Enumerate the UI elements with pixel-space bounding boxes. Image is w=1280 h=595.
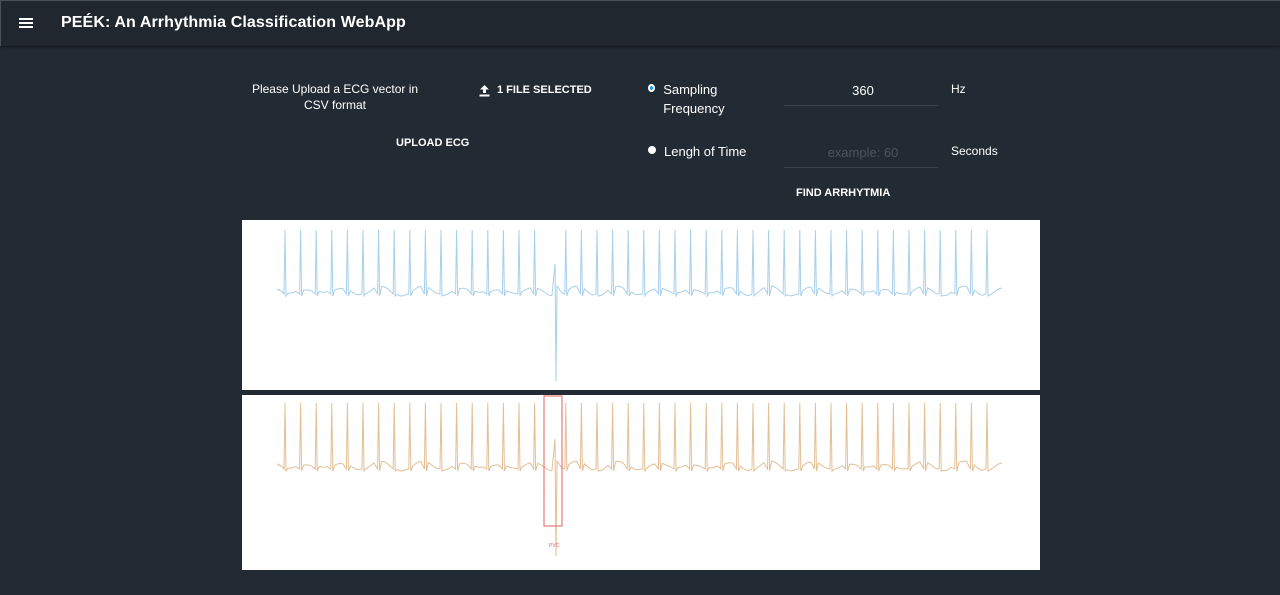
sampling-frequency-field[interactable] <box>784 75 942 106</box>
sampling-frequency-input[interactable] <box>784 75 942 105</box>
upload-instructions: Please Upload a ECG vector in CSV format <box>251 82 419 112</box>
length-of-time-radio[interactable] <box>648 146 656 154</box>
menu-icon[interactable] <box>17 14 37 32</box>
length-of-time-field[interactable] <box>784 137 942 168</box>
sampling-frequency-radio[interactable] <box>648 84 656 92</box>
app-title: PEÉK: An Arrhythmia Classification WebAp… <box>61 14 406 31</box>
sampling-frequency-unit: Hz <box>951 82 966 96</box>
file-select-button[interactable]: 1 FILE SELECTED <box>478 80 592 100</box>
length-of-time-option[interactable]: Lengh of Time <box>648 142 768 161</box>
length-of-time-input[interactable] <box>784 137 942 167</box>
length-of-time-label: Lengh of Time <box>664 144 747 159</box>
classified-ecg-panel: PVC <box>242 395 1040 570</box>
length-of-time-unit: Seconds <box>951 144 998 158</box>
arrhythmia-highlight-label: PVC <box>549 543 560 549</box>
find-arrhythmia-button[interactable]: FIND ARRHYTMIA <box>796 187 890 199</box>
classified-ecg-chart: PVC <box>277 395 1003 557</box>
file-select-label: 1 FILE SELECTED <box>497 84 592 96</box>
ecg-trace-line <box>277 229 1003 382</box>
raw-ecg-panel <box>242 220 1040 390</box>
ecg-trace-line <box>277 402 1003 557</box>
sampling-frequency-option[interactable]: Sampling Frequency <box>648 80 758 118</box>
upload-icon <box>479 84 490 96</box>
app-bar: PEÉK: An Arrhythmia Classification WebAp… <box>0 0 1280 46</box>
sampling-frequency-label: Sampling Frequency <box>663 82 725 116</box>
upload-ecg-button[interactable]: UPLOAD ECG <box>396 137 469 149</box>
raw-ecg-chart <box>277 229 1003 382</box>
